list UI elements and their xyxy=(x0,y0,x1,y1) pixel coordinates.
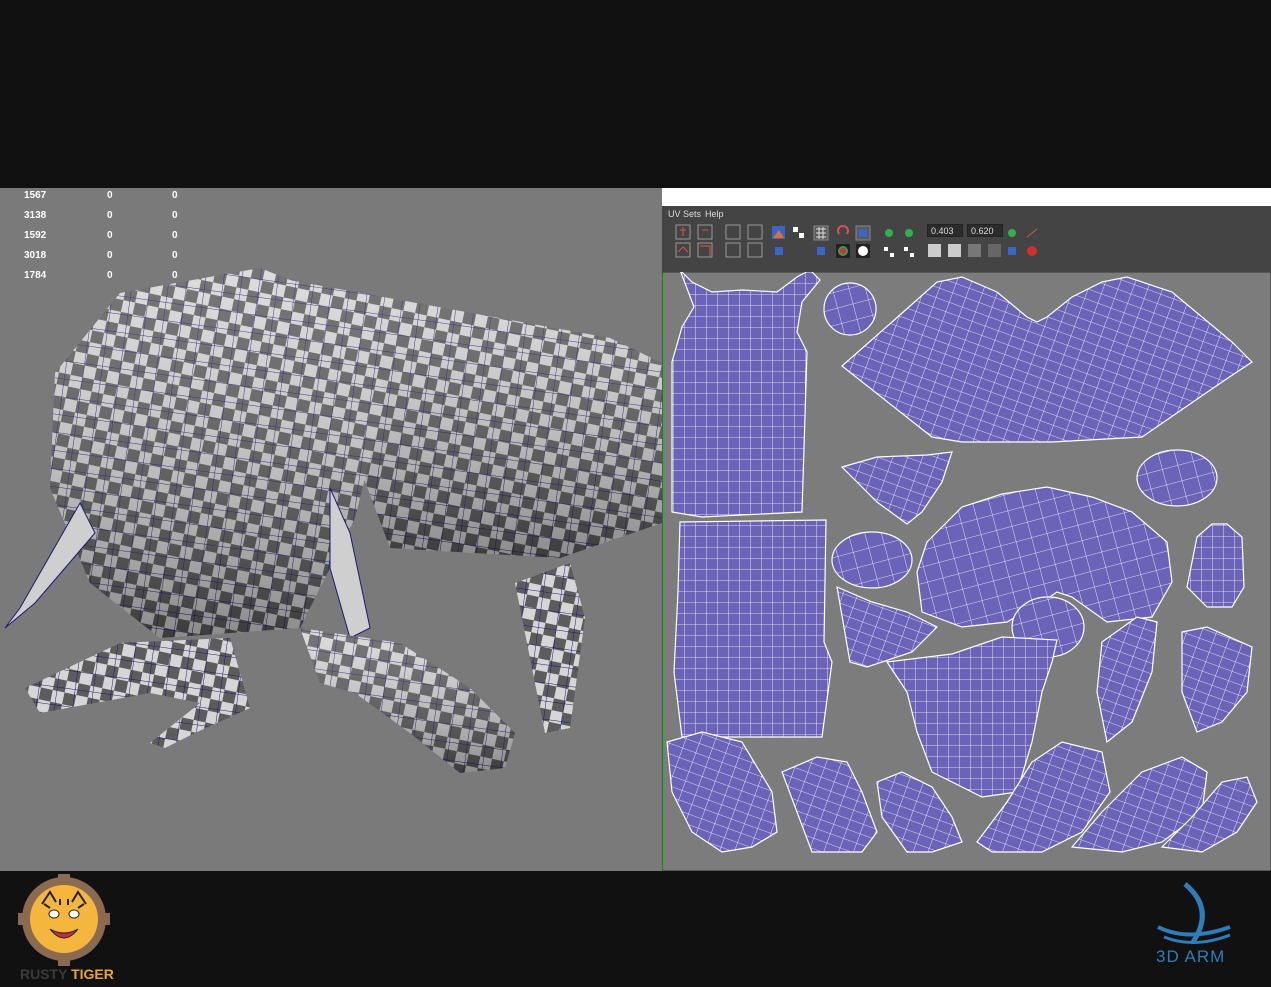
rusty-tiger-wordmark: RUSTY TIGER xyxy=(20,966,114,982)
uv-u-field[interactable]: 0.403 xyxy=(927,224,963,237)
hud-value: 1567 xyxy=(24,190,47,201)
hud-value: 3018 xyxy=(24,250,47,261)
hud-value: 0 xyxy=(107,210,113,221)
hud-value: 0 xyxy=(172,210,178,221)
uv-v-field[interactable]: 0.620 xyxy=(967,224,1003,237)
hud-value: 0 xyxy=(172,270,178,281)
3d-arm-logo-icon xyxy=(1157,882,1231,945)
hud-value: 0 xyxy=(107,270,113,281)
menu-help[interactable]: Help xyxy=(705,209,724,219)
uv-editor-panel: UV Sets Help 0.403 0.620 xyxy=(662,188,1271,871)
3d-arm-wordmark: 3D ARM xyxy=(1156,947,1226,966)
hud-value: 0 xyxy=(107,230,113,241)
hud-value: 3138 xyxy=(24,210,47,221)
hud-value: 0 xyxy=(172,230,178,241)
wordmark-tiger: TIGER xyxy=(71,966,114,982)
hud-value: 0 xyxy=(172,190,178,201)
hud-value: 0 xyxy=(107,250,113,261)
top-letterbox xyxy=(0,0,1271,188)
hud-value: 0 xyxy=(172,250,178,261)
uv-shells xyxy=(662,269,1271,871)
hud-value: 1592 xyxy=(24,230,47,241)
footer-bar xyxy=(0,871,1271,987)
wordmark-rusty: RUSTY xyxy=(20,966,68,982)
hud-value: 1784 xyxy=(24,270,47,281)
creature-model xyxy=(4,268,662,773)
uv-editor-menubar: UV Sets Help xyxy=(662,206,1271,222)
hud-value: 0 xyxy=(107,190,113,201)
uv-layout-canvas[interactable] xyxy=(662,269,1271,871)
menu-uv-sets[interactable]: UV Sets xyxy=(668,209,701,219)
3d-viewport[interactable]: 1567 0 0 3138 0 0 1592 0 0 3018 0 0 1784… xyxy=(0,188,662,871)
uv-editor-titlebar xyxy=(662,188,1271,206)
